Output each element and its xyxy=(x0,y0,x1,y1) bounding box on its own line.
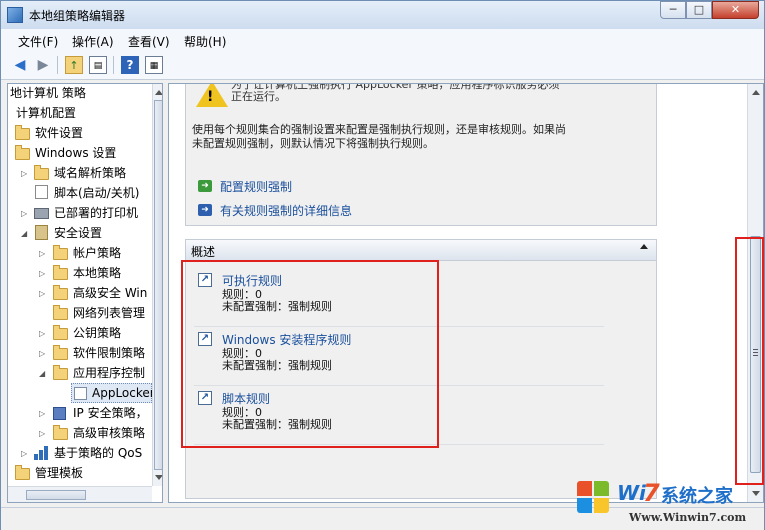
folder-icon xyxy=(53,325,68,340)
folder-icon xyxy=(53,285,68,300)
tree-item-ip-security[interactable]: IP 安全策略， xyxy=(73,404,148,422)
tree-item-app-control[interactable]: 应用程序控制 xyxy=(73,364,145,382)
folder-icon xyxy=(53,365,68,380)
tree-item-security-settings[interactable]: 安全设置 xyxy=(54,224,102,242)
tree-item-account-policy[interactable]: 帐户策略 xyxy=(73,244,121,262)
rules-highlight-box xyxy=(181,260,439,448)
folder-icon xyxy=(53,345,68,360)
help-icon[interactable]: ? xyxy=(121,56,139,74)
toolbar: ◀ ▶ ↑ ▤ ? ▦ xyxy=(1,51,764,80)
tree-item-windows-settings[interactable]: Windows 设置 xyxy=(35,144,116,162)
watermark-brand-cn: 系统之家 xyxy=(661,486,733,507)
collapse-arrow-icon[interactable]: ◢ xyxy=(21,229,27,238)
applocker-info-panel: ! 为了让计算机上强制执行 AppLocker 策略，应用程序标识服务必须 正在… xyxy=(185,84,657,226)
tree-item-advanced-firewall[interactable]: 高级安全 Win xyxy=(73,284,147,302)
window-title: 本地组策略编辑器 xyxy=(29,9,126,23)
tree-item-software-restriction[interactable]: 软件限制策略 xyxy=(73,344,145,362)
expand-arrow-icon[interactable]: ▷ xyxy=(21,169,27,178)
overview-header[interactable]: 概述 xyxy=(186,240,656,261)
maximize-button[interactable]: □ xyxy=(686,1,712,19)
tree-item-advanced-audit[interactable]: 高级审核策略 xyxy=(73,424,145,442)
watermark-logo: Wi 7 系统之家 Www.Winwin7.com xyxy=(577,479,763,529)
folder-icon xyxy=(15,465,30,480)
collapse-icon[interactable] xyxy=(640,244,648,249)
expand-arrow-icon[interactable]: ▷ xyxy=(39,269,45,278)
tree-item-qos[interactable]: 基于策略的 QoS xyxy=(54,444,142,462)
folder-icon xyxy=(15,145,30,160)
watermark-brand-prefix: Wi xyxy=(617,481,646,505)
ip-security-icon xyxy=(53,407,66,420)
menu-file[interactable]: 文件(F) xyxy=(18,33,58,50)
security-icon xyxy=(35,225,48,240)
menu-action[interactable]: 操作(A) xyxy=(72,33,114,50)
expand-arrow-icon[interactable]: ▷ xyxy=(39,349,45,358)
folder-icon xyxy=(53,305,68,320)
menu-help[interactable]: 帮助(H) xyxy=(184,33,226,50)
tree-item-network-list[interactable]: 网络列表管理 xyxy=(73,304,145,322)
tree-item-local-policy[interactable]: 地计算机 策略 xyxy=(10,84,86,102)
watermark-brand-7: 7 xyxy=(643,479,660,507)
description-line2: 未配置规则强制，则默认情况下将强制执行规则。 xyxy=(192,137,434,150)
tree-scroll-thumb[interactable] xyxy=(154,100,162,470)
menu-view[interactable]: 查看(V) xyxy=(128,33,170,50)
printer-icon xyxy=(34,208,49,219)
tree-item-admin-templates[interactable]: 管理模板 xyxy=(35,464,83,482)
qos-bar-icon xyxy=(34,446,49,460)
forward-icon[interactable]: ▶ xyxy=(34,56,52,74)
show-tree-icon[interactable]: ▤ xyxy=(89,56,107,74)
windows-flag-icon xyxy=(577,481,611,515)
tree-horizontal-scrollbar[interactable] xyxy=(8,486,152,502)
properties-icon[interactable]: ▦ xyxy=(145,56,163,74)
tree-vertical-scrollbar[interactable] xyxy=(152,84,162,486)
title-bar[interactable]: 本地组策略编辑器 ─ □ ✕ xyxy=(1,1,764,29)
tree-item-computer-config[interactable]: 计算机配置 xyxy=(16,104,76,122)
warning-text-line2: 正在运行。 xyxy=(231,90,286,103)
configure-enforcement-icon[interactable]: ➜ xyxy=(198,180,212,192)
tree-item-public-key[interactable]: 公钥策略 xyxy=(73,324,121,342)
expand-arrow-icon[interactable]: ▷ xyxy=(39,249,45,258)
overview-title: 概述 xyxy=(191,245,216,259)
folder-icon xyxy=(53,245,68,260)
folder-icon xyxy=(15,125,30,140)
tree-item-dns-policy[interactable]: 域名解析策略 xyxy=(54,164,126,182)
toolbar-separator xyxy=(113,56,114,74)
tree-item-applocker[interactable]: AppLocker xyxy=(92,384,155,402)
applocker-icon xyxy=(74,387,87,400)
description-line1: 使用每个规则集合的强制设置来配置是强制执行规则，还是审核规则。如果尚 xyxy=(192,123,566,136)
up-folder-icon[interactable]: ↑ xyxy=(65,56,83,74)
tree-hscroll-thumb[interactable] xyxy=(26,490,86,500)
scroll-down-icon[interactable] xyxy=(155,475,162,480)
scroll-up-icon[interactable] xyxy=(155,90,162,95)
tree-item-software-settings[interactable]: 软件设置 xyxy=(35,124,83,142)
toolbar-separator xyxy=(57,56,58,74)
menu-bar: 文件(F) 操作(A) 查看(V) 帮助(H) xyxy=(1,29,764,52)
expand-arrow-icon[interactable]: ▷ xyxy=(39,409,45,418)
script-icon xyxy=(35,185,48,199)
expand-arrow-icon[interactable]: ▷ xyxy=(39,429,45,438)
expand-arrow-icon[interactable]: ▷ xyxy=(21,209,27,218)
folder-icon xyxy=(53,425,68,440)
configure-enforcement-link[interactable]: 配置规则强制 xyxy=(220,178,292,195)
back-icon[interactable]: ◀ xyxy=(11,56,29,74)
watermark-url: Www.Winwin7.com xyxy=(629,511,747,524)
expand-arrow-icon[interactable]: ▷ xyxy=(21,449,27,458)
app-icon xyxy=(7,7,23,23)
more-info-link[interactable]: 有关规则强制的详细信息 xyxy=(220,202,352,219)
folder-icon xyxy=(34,165,49,180)
collapse-arrow-icon[interactable]: ◢ xyxy=(39,369,45,378)
scroll-up-icon[interactable] xyxy=(752,90,760,95)
tree-item-printers[interactable]: 已部署的打印机 xyxy=(54,204,138,222)
tree-item-local-policies[interactable]: 本地策略 xyxy=(73,264,121,282)
folder-icon xyxy=(53,265,68,280)
warning-mark: ! xyxy=(207,89,214,105)
tree-item-scripts[interactable]: 脚本(启动/关机) xyxy=(54,184,139,202)
more-info-icon[interactable]: ➜ xyxy=(198,204,212,216)
scrollbar-highlight-box xyxy=(735,237,764,485)
close-button[interactable]: ✕ xyxy=(712,1,759,19)
minimize-button[interactable]: ─ xyxy=(660,1,686,19)
group-policy-editor-window: 本地组策略编辑器 ─ □ ✕ 文件(F) 操作(A) 查看(V) 帮助(H) ◀… xyxy=(0,0,765,530)
expand-arrow-icon[interactable]: ▷ xyxy=(39,329,45,338)
navigation-tree[interactable]: 地计算机 策略 计算机配置 软件设置 Windows 设置 ▷ 域名解析策略 脚… xyxy=(7,83,163,503)
expand-arrow-icon[interactable]: ▷ xyxy=(39,289,45,298)
